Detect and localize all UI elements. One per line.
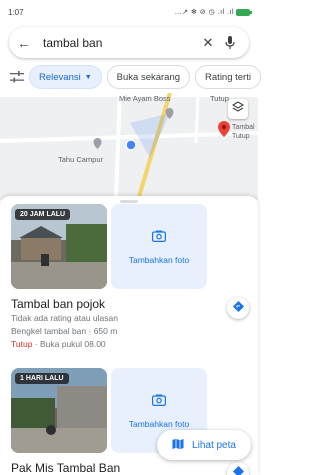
status-closed: Tutup	[11, 339, 33, 349]
map-icon	[172, 438, 184, 453]
result-title[interactable]: Tambal ban pojok	[11, 297, 105, 311]
search-input[interactable]: tambal ban	[37, 36, 197, 50]
map-label-pin-name: Tambal	[232, 124, 255, 131]
red-pin-icon[interactable]	[218, 121, 230, 142]
add-photo-label: Tambahkan foto	[128, 418, 190, 429]
chip-top-rated[interactable]: Rating terti	[195, 65, 261, 89]
status-bar: 1:07 ...↗ ✻ ⊘ ◷ .ıl .ıl	[0, 0, 258, 24]
view-map-label: Lihat peta	[192, 439, 236, 451]
opening-time: · Buka pukul 08.00	[32, 339, 106, 349]
directions-icon	[232, 464, 244, 475]
close-icon[interactable]: ✕	[197, 35, 219, 51]
drag-handle[interactable]	[120, 200, 138, 203]
chip-top-rated-label: Rating terti	[205, 71, 251, 83]
directions-button[interactable]	[227, 462, 249, 475]
add-photo-button[interactable]: Tambahkan foto	[111, 204, 207, 289]
status-time: 1:07	[8, 7, 24, 17]
map-view[interactable]: Mie Ayam Boss Tutup Tahu Campur Tambal T…	[0, 93, 258, 200]
my-location-icon	[125, 138, 137, 156]
layers-icon	[231, 100, 245, 118]
battery-icon	[236, 8, 252, 16]
result-title[interactable]: Pak Mis Tambal Ban	[11, 461, 120, 475]
chip-relevance-label: Relevansi	[39, 71, 81, 83]
arrow-back-icon[interactable]: ←	[17, 35, 37, 51]
view-map-button[interactable]: Lihat peta	[157, 430, 251, 460]
status-icon-row: ...↗ ✻ ⊘ ◷ .ıl .ıl	[174, 9, 234, 16]
chip-relevance[interactable]: Relevansi ▼	[29, 65, 102, 89]
place-marker-icon	[93, 136, 102, 154]
map-label-tahu: Tahu Campur	[58, 155, 104, 164]
result-rating: Tidak ada rating atau ulasan	[11, 313, 118, 323]
photo-age-badge: 1 HARI LALU	[15, 373, 69, 384]
add-photo-icon	[152, 229, 167, 247]
directions-button[interactable]	[227, 297, 249, 319]
map-label-pin-status: Tutup	[232, 133, 250, 140]
search-bar[interactable]: ← tambal ban ✕	[9, 27, 249, 58]
chevron-down-icon: ▼	[84, 73, 92, 81]
status-icons: ...↗ ✻ ⊘ ◷ .ıl .ıl	[174, 8, 252, 16]
result-category: Bengkel tambal ban · 650 m	[11, 326, 118, 336]
mic-icon[interactable]	[219, 35, 241, 50]
layers-button[interactable]	[228, 99, 248, 119]
chip-open-now-label: Buka sekarang	[116, 71, 181, 83]
restaurant-icon	[165, 106, 174, 124]
map-label-tutup: Tutup	[210, 94, 229, 103]
add-photo-icon	[152, 393, 167, 411]
chip-open-now[interactable]: Buka sekarang	[106, 65, 191, 89]
directions-icon	[232, 299, 244, 317]
tune-icon[interactable]	[10, 71, 24, 83]
result-hours: Tutup · Buka pukul 08.00	[11, 339, 106, 349]
map-label-mie-ayam: Mie Ayam Boss	[119, 94, 171, 103]
result-photo[interactable]: 1 HARI LALU	[11, 368, 107, 453]
result-photo[interactable]: 20 JAM LALU	[11, 204, 107, 289]
add-photo-label: Tambahkan foto	[128, 254, 190, 265]
filter-chips: Relevansi ▼ Buka sekarang Rating terti	[0, 64, 261, 90]
photo-age-badge: 20 JAM LALU	[15, 209, 71, 220]
